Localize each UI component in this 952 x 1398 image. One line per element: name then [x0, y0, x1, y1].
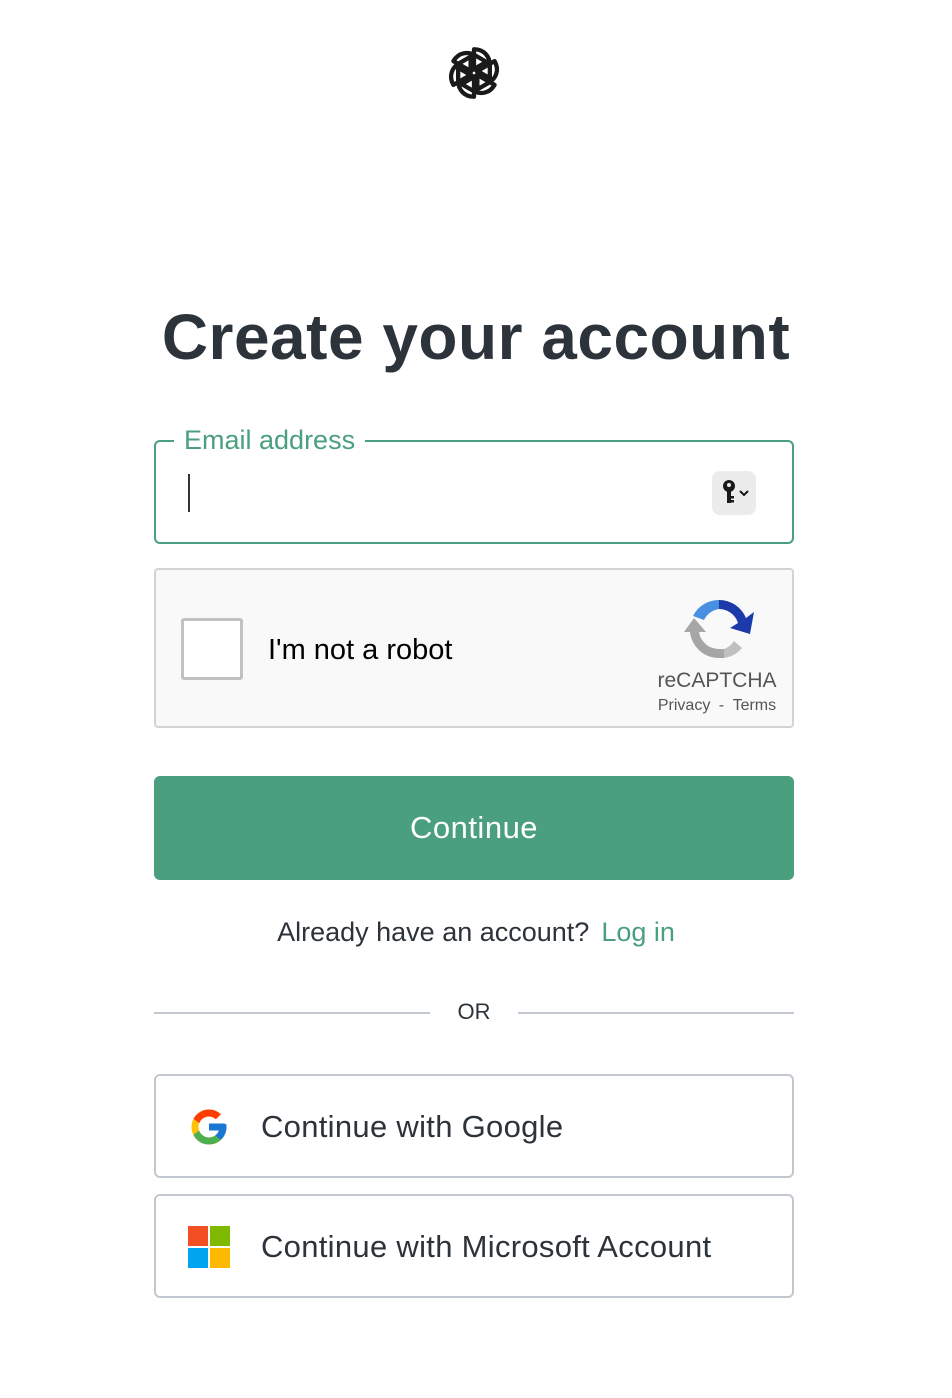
google-icon — [191, 1109, 227, 1145]
recaptcha-label: I'm not a robot — [268, 634, 453, 666]
text-caret — [188, 474, 190, 512]
divider-line-right — [518, 1012, 794, 1014]
microsoft-button-label: Continue with Microsoft Account — [261, 1229, 712, 1264]
recaptcha-links: Privacy - Terms — [642, 694, 792, 718]
recaptcha-separator: - — [718, 697, 725, 714]
login-prompt: Already have an account? Log in — [0, 912, 952, 952]
recaptcha-terms-link[interactable]: Terms — [733, 694, 777, 718]
email-field[interactable]: Email address — [154, 420, 794, 544]
page-title: Create your account — [161, 301, 791, 373]
login-link[interactable]: Log in — [601, 917, 675, 947]
recaptcha-widget: I'm not a robot reCAPTCHA Privacy - Term… — [154, 568, 794, 728]
openai-logo-icon — [448, 47, 500, 99]
recaptcha-privacy-link[interactable]: Privacy — [658, 694, 710, 718]
login-prompt-text: Already have an account? — [277, 917, 590, 947]
email-label: Email address — [174, 420, 366, 460]
divider-or: OR — [457, 999, 491, 1024]
continue-button[interactable]: Continue — [154, 776, 794, 880]
key-chevron-icon[interactable] — [712, 471, 756, 515]
email-input[interactable] — [186, 466, 700, 520]
microsoft-icon — [188, 1226, 230, 1268]
recaptcha-checkbox[interactable] — [181, 618, 243, 680]
recaptcha-logo-icon — [684, 599, 754, 659]
recaptcha-brand: reCAPTCHA — [657, 669, 777, 692]
continue-with-microsoft-button[interactable]: Continue with Microsoft Account — [154, 1194, 794, 1298]
google-button-label: Continue with Google — [261, 1109, 564, 1144]
continue-with-google-button[interactable]: Continue with Google — [154, 1074, 794, 1178]
divider-line-left — [154, 1012, 430, 1014]
